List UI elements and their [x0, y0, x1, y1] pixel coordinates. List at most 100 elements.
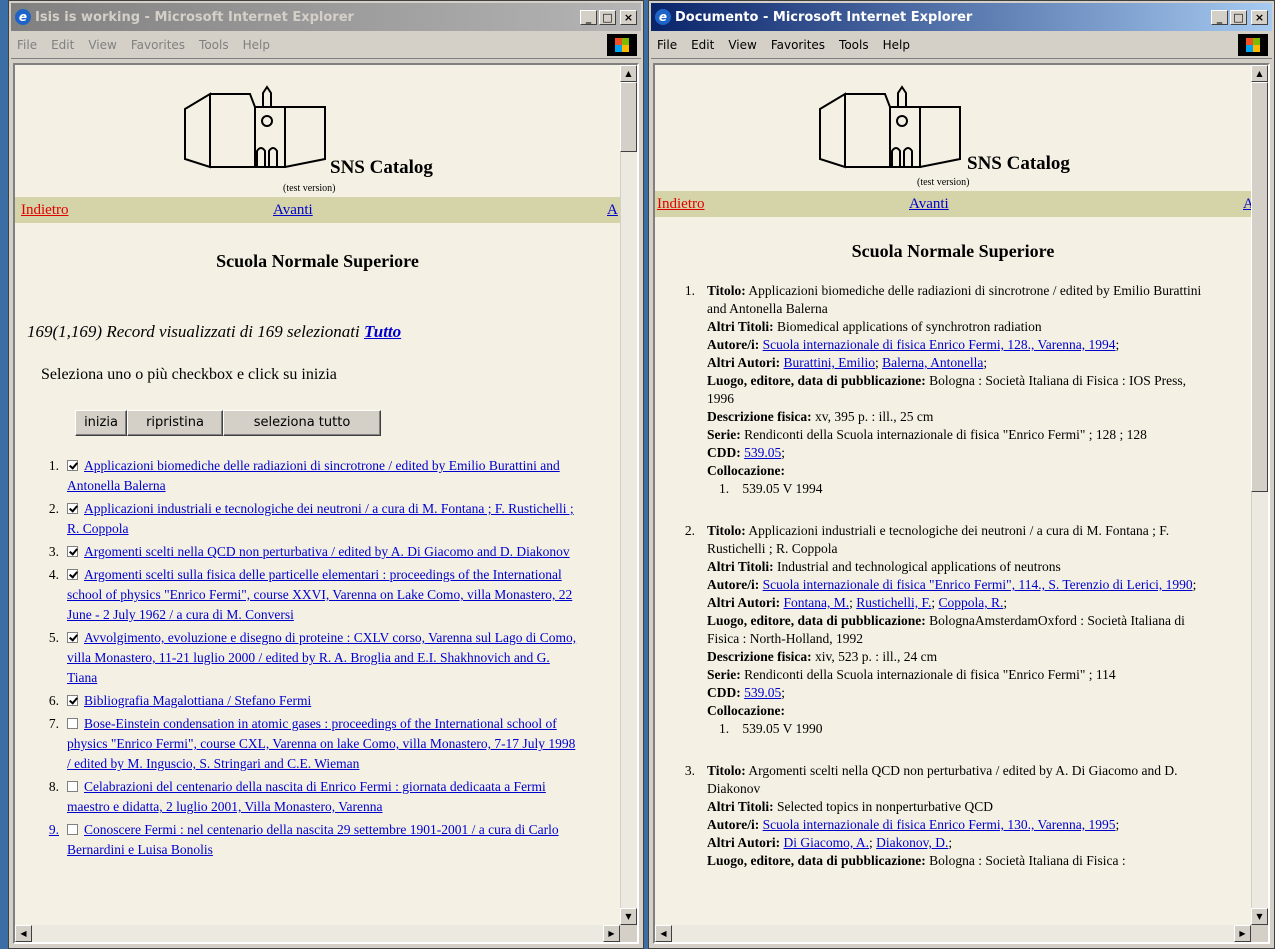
other-author-link[interactable]: Fontana, M.: [784, 595, 850, 610]
item-link[interactable]: Applicazioni industriali e tecnologiche …: [67, 501, 574, 536]
author-link[interactable]: Scuola internazionale di fisica "Enrico …: [763, 577, 1193, 592]
scroll-up-button[interactable]: ▲: [1251, 65, 1268, 82]
item-link[interactable]: Applicazioni biomediche delle radiazioni…: [67, 458, 560, 493]
other-author-link[interactable]: Balerna, Antonella: [882, 355, 983, 370]
item-number[interactable]: 9.: [15, 820, 67, 860]
next-link[interactable]: Avanti: [909, 196, 949, 213]
field-label: Titolo:: [707, 763, 746, 778]
logo-area: SNS Catalog (test version): [655, 65, 1251, 197]
window-title: Documento - Microsoft Internet Explorer: [675, 9, 973, 25]
item-link[interactable]: Avvolgimento, evoluzione e disegno di pr…: [67, 630, 576, 685]
menu-file[interactable]: File: [657, 38, 677, 52]
scroll-down-button[interactable]: ▼: [620, 908, 637, 925]
cdd-link[interactable]: 539.05: [744, 445, 781, 460]
item-checkbox[interactable]: [67, 695, 78, 706]
item-checkbox[interactable]: [67, 718, 78, 729]
field-label: Altri Titoli:: [707, 799, 774, 814]
horizontal-scrollbar[interactable]: ◀ ▶: [655, 925, 1251, 942]
title-bar[interactable]: e Documento - Microsoft Internet Explore…: [651, 3, 1272, 31]
maximize-button[interactable]: □: [599, 9, 616, 25]
item-link[interactable]: Argomenti scelti nella QCD non perturbat…: [84, 544, 570, 559]
title-bar[interactable]: e Isis is working - Microsoft Internet E…: [11, 3, 641, 31]
scroll-thumb[interactable]: [620, 82, 637, 152]
back-link[interactable]: Indietro: [657, 196, 704, 213]
scroll-right-button[interactable]: ▶: [1234, 925, 1251, 942]
records-summary: 169(1,169) Record visualizzati di 169 se…: [27, 322, 620, 342]
list-item: 2. Applicazioni industriali e tecnologic…: [15, 499, 620, 539]
menu-tools[interactable]: Tools: [839, 38, 869, 52]
item-checkbox[interactable]: [67, 824, 78, 835]
vertical-scrollbar[interactable]: ▲ ▼: [620, 65, 637, 925]
menu-file[interactable]: File: [17, 38, 37, 52]
item-number: 1.: [48, 458, 59, 473]
list-item: 8. Celabrazioni del centenario della nas…: [15, 777, 620, 817]
scroll-left-button[interactable]: ◀: [15, 925, 32, 942]
record-title: Applicazioni biomediche delle radiazioni…: [707, 283, 1202, 316]
author-link[interactable]: Scuola internazionale di fisica Enrico F…: [763, 817, 1116, 832]
other-author-link[interactable]: Rustichelli, F.: [856, 595, 931, 610]
cdd-link[interactable]: 539.05: [744, 685, 781, 700]
vertical-scrollbar[interactable]: ▲ ▼: [1251, 65, 1268, 925]
item-checkbox[interactable]: [67, 632, 78, 643]
record-list: 1. Titolo: Applicazioni biomediche delle…: [655, 282, 1251, 870]
item-checkbox[interactable]: [67, 569, 78, 580]
menu-edit[interactable]: Edit: [51, 38, 74, 52]
close-button[interactable]: ×: [620, 9, 637, 25]
next-link[interactable]: Avanti: [273, 202, 313, 219]
scroll-left-button[interactable]: ◀: [655, 925, 672, 942]
all-records-link[interactable]: Tutto: [364, 322, 401, 341]
author-link[interactable]: Scuola internazionale di fisica Enrico F…: [763, 337, 1116, 352]
list-item: 5. Avvolgimento, evoluzione e disegno di…: [15, 628, 620, 688]
menu-view[interactable]: View: [88, 38, 116, 52]
truncated-link[interactable]: A: [1243, 196, 1251, 213]
horizontal-scrollbar[interactable]: ◀ ▶: [15, 925, 620, 942]
logo-subtitle: (test version): [283, 183, 336, 194]
result-list: 1. Applicazioni biomediche delle radiazi…: [15, 456, 620, 860]
truncated-link[interactable]: A: [607, 202, 618, 219]
item-link[interactable]: Argomenti scelti sulla fisica delle part…: [67, 567, 572, 622]
page-heading: Scuola Normale Superiore: [851, 241, 1055, 261]
scroll-up-button[interactable]: ▲: [620, 65, 637, 82]
item-link[interactable]: Celabrazioni del centenario della nascit…: [67, 779, 546, 814]
page-content: SNS Catalog (test version) Indietro Avan…: [15, 65, 620, 925]
item-checkbox[interactable]: [67, 781, 78, 792]
select-all-button[interactable]: seleziona tutto: [223, 410, 381, 436]
minimize-button[interactable]: _: [580, 9, 597, 25]
close-button[interactable]: ×: [1251, 9, 1268, 25]
menu-help[interactable]: Help: [243, 38, 270, 52]
menu-favorites[interactable]: Favorites: [771, 38, 825, 52]
item-checkbox[interactable]: [67, 503, 78, 514]
windows-logo-throbber: [1238, 33, 1268, 56]
minimize-button[interactable]: _: [1211, 9, 1228, 25]
scroll-down-button[interactable]: ▼: [1251, 908, 1268, 925]
menu-view[interactable]: View: [728, 38, 756, 52]
item-link[interactable]: Bose-Einstein condensation in atomic gas…: [67, 716, 575, 771]
menu-tools[interactable]: Tools: [199, 38, 229, 52]
field-label: Luogo, editore, data di pubblicazione:: [707, 613, 926, 628]
browser-window-left: e Isis is working - Microsoft Internet E…: [8, 0, 644, 949]
record-series: Rendiconti della Scuola internazionale d…: [744, 667, 1116, 682]
list-item: 6. Bibliografia Magalottiana / Stefano F…: [15, 691, 620, 711]
other-author-link[interactable]: Coppola, R.: [938, 595, 1003, 610]
record-description: xiv, 523 p. : ill., 24 cm: [814, 649, 938, 664]
window-title: Isis is working - Microsoft Internet Exp…: [35, 9, 354, 25]
field-label: Luogo, editore, data di pubblicazione:: [707, 373, 926, 388]
menu-edit[interactable]: Edit: [691, 38, 714, 52]
menu-favorites[interactable]: Favorites: [131, 38, 185, 52]
maximize-button[interactable]: □: [1230, 9, 1247, 25]
other-author-link[interactable]: Burattini, Emilio: [784, 355, 876, 370]
item-number: 8.: [48, 779, 59, 794]
item-checkbox[interactable]: [67, 460, 78, 471]
menu-help[interactable]: Help: [883, 38, 910, 52]
scroll-right-button[interactable]: ▶: [603, 925, 620, 942]
scroll-thumb[interactable]: [1251, 82, 1268, 492]
item-link[interactable]: Bibliografia Magalottiana / Stefano Ferm…: [84, 693, 311, 708]
other-author-link[interactable]: Diakonov, D.: [876, 835, 948, 850]
field-label: Altri Autori:: [707, 835, 781, 850]
item-checkbox[interactable]: [67, 546, 78, 557]
start-button[interactable]: inizia: [75, 410, 127, 436]
other-author-link[interactable]: Di Giacomo, A.: [784, 835, 870, 850]
item-link[interactable]: Conoscere Fermi : nel centenario della n…: [67, 822, 559, 857]
reset-button[interactable]: ripristina: [127, 410, 223, 436]
back-link[interactable]: Indietro: [21, 202, 68, 219]
